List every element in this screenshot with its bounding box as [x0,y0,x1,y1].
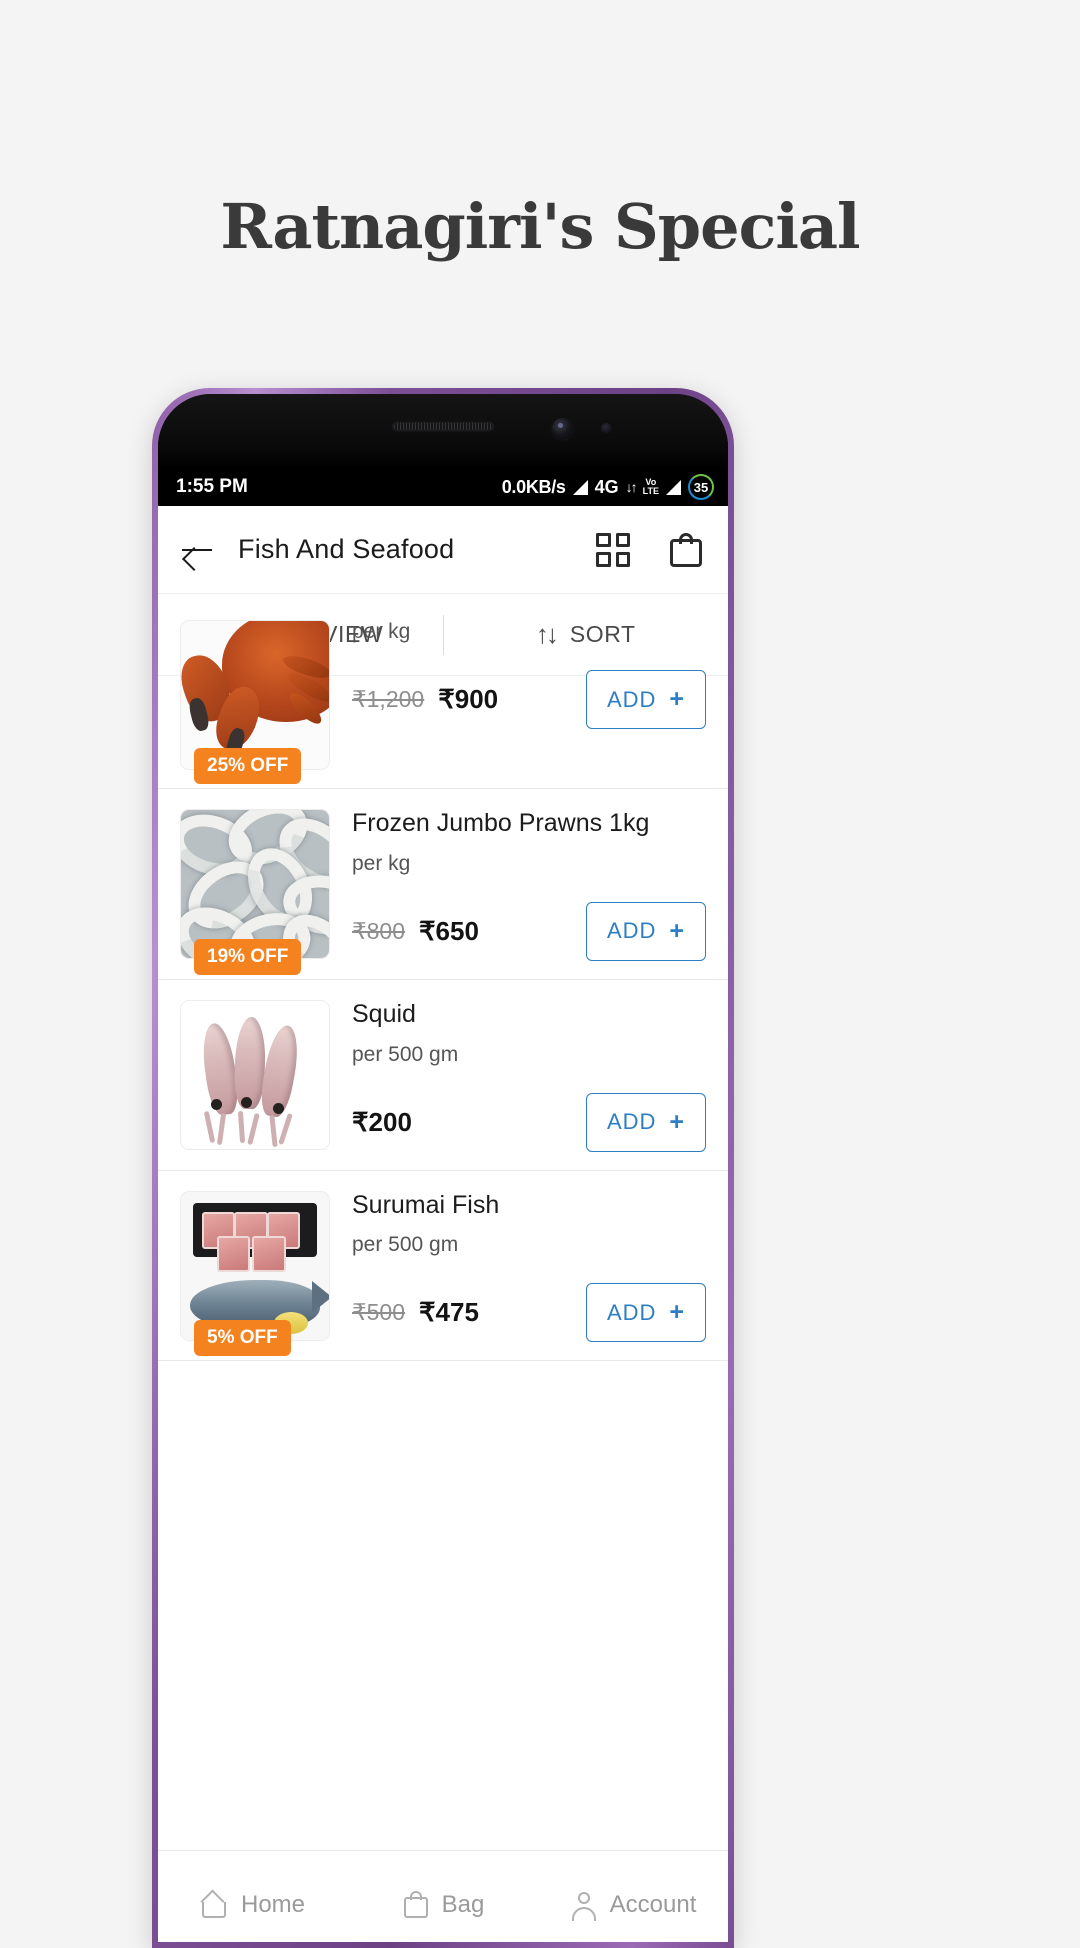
account-icon [570,1891,598,1921]
discount-badge: 25% OFF [194,748,302,784]
add-button-label: ADD [606,686,657,712]
earpiece-speaker-icon [391,421,495,432]
bag-body [670,538,702,567]
signal-bars-icon-2 [666,479,681,495]
product-price-row: ₹800 ₹650 ADD + [352,901,706,961]
add-button-label: ADD [606,1299,657,1325]
discount-badge: 5% OFF [194,1320,291,1357]
product-price-row: ₹1,200 ₹900 ADD + [352,670,706,729]
product-unit: per kg [352,620,411,643]
product-list-item[interactable]: 25% OFF per kg ₹1,200 ₹900 ADD + [158,620,728,789]
app-bar-title: Fish And Seafood [238,534,455,564]
battery-indicator: 35 [688,474,714,500]
status-bar-time: 1:55 PM [176,476,248,497]
product-list[interactable]: 25% OFF per kg ₹1,200 ₹900 ADD + 19% OFF… [158,620,728,1362]
app-bar: Fish And Seafood [158,506,728,594]
product-name: Surumai Fish [352,1190,500,1219]
signal-bars-icon-1 [572,479,588,495]
product-thumbnail-wrap: 5% OFF [180,1190,330,1357]
product-old-price: ₹1,200 [352,686,425,712]
back-arrow-icon[interactable] [180,533,214,567]
phone-mockup: 1:55 PM 0.0KB/s 4G ↓↑ Vo LTE 35 Fish And… [152,388,734,1948]
product-price: ₹475 [419,1297,479,1328]
plus-icon: + [669,1298,685,1327]
bag-icon [402,1890,430,1919]
product-details: Squid per 500 gm ₹200 ADD + [328,1000,706,1152]
product-old-price: ₹800 [352,917,406,944]
nav-label-bag: Bag [441,1890,485,1918]
add-to-cart-button[interactable]: ADD + [585,1283,706,1343]
front-camera-icon [552,418,573,439]
product-image [180,999,330,1150]
crab-photo [181,621,329,769]
add-button-label: ADD [606,1109,657,1134]
home-icon [201,1891,229,1919]
product-details: Surumai Fish per 500 gm ₹500 ₹475 ADD + [328,1191,706,1343]
volte-icon: Vo LTE [643,478,659,496]
product-image [180,1190,330,1341]
product-thumbnail-wrap: 19% OFF [180,809,330,975]
frozen-prawns-photo [181,810,329,958]
app-bar-actions [596,532,702,567]
product-details: per kg ₹1,200 ₹900 ADD + [328,620,706,770]
product-name: Squid [352,999,416,1028]
plus-icon: + [669,1107,685,1136]
product-name: Frozen Jumbo Prawns 1kg [352,809,650,837]
network-type-label: 4G [594,476,619,497]
bottom-navigation: Home Bag Account [158,1850,728,1942]
plus-icon: + [669,685,685,713]
product-price: ₹200 [352,1106,412,1137]
volte-line-2: LTE [642,486,659,496]
product-price-row: ₹500 ₹475 ADD + [352,1283,706,1343]
product-unit: per kg [352,851,411,875]
product-unit: per 500 gm [352,1233,459,1257]
nav-label-account: Account [609,1890,697,1918]
product-thumbnail-wrap [180,999,330,1152]
product-price: ₹650 [419,915,479,946]
proximity-sensor-icon [601,423,612,434]
network-speed-label: 0.0KB/s [501,476,566,497]
data-transfer-icon: ↓↑ [625,479,638,495]
nav-item-bag[interactable]: Bag [348,1890,538,1919]
product-details: Frozen Jumbo Prawns 1kg per kg ₹800 ₹650… [328,809,706,961]
product-image [180,809,330,959]
grid-icon[interactable] [596,532,630,567]
nav-item-home[interactable]: Home [158,1891,348,1919]
plus-icon: + [669,916,685,945]
page-title: Ratnagiri's Special [220,190,860,263]
phone-screen-area: 1:55 PM 0.0KB/s 4G ↓↑ Vo LTE 35 Fish And… [158,394,728,1942]
phone-top-bezel [158,394,728,468]
product-price-row: ₹200 ADD + [352,1092,706,1152]
add-to-cart-button[interactable]: ADD + [585,1092,706,1152]
product-old-price: ₹500 [352,1299,406,1326]
nav-item-account[interactable]: Account [538,1890,728,1921]
nav-label-home: Home [240,1890,306,1918]
shopping-bag-icon[interactable] [670,532,702,567]
add-to-cart-button[interactable]: ADD + [585,901,706,961]
product-list-item[interactable]: Squid per 500 gm ₹200 ADD + [158,980,728,1171]
add-to-cart-button[interactable]: ADD + [585,670,706,729]
product-list-item[interactable]: 5% OFF Surumai Fish per 500 gm ₹500 ₹475… [158,1171,728,1362]
squid-photo [181,1000,329,1149]
status-bar-indicators: 0.0KB/s 4G ↓↑ Vo LTE 35 [502,474,714,500]
product-price: ₹900 [438,684,499,714]
surumai-fish-photo [181,1191,329,1340]
status-bar: 1:55 PM 0.0KB/s 4G ↓↑ Vo LTE 35 [158,468,728,506]
discount-badge: 19% OFF [194,938,302,975]
product-unit: per 500 gm [352,1042,459,1066]
product-thumbnail-wrap: 25% OFF [180,620,330,784]
product-list-item[interactable]: 19% OFF Frozen Jumbo Prawns 1kg per kg ₹… [158,789,728,980]
add-button-label: ADD [606,918,657,944]
app-screen: Fish And Seafood GRID VIEW ↑↓ S [158,506,728,1942]
